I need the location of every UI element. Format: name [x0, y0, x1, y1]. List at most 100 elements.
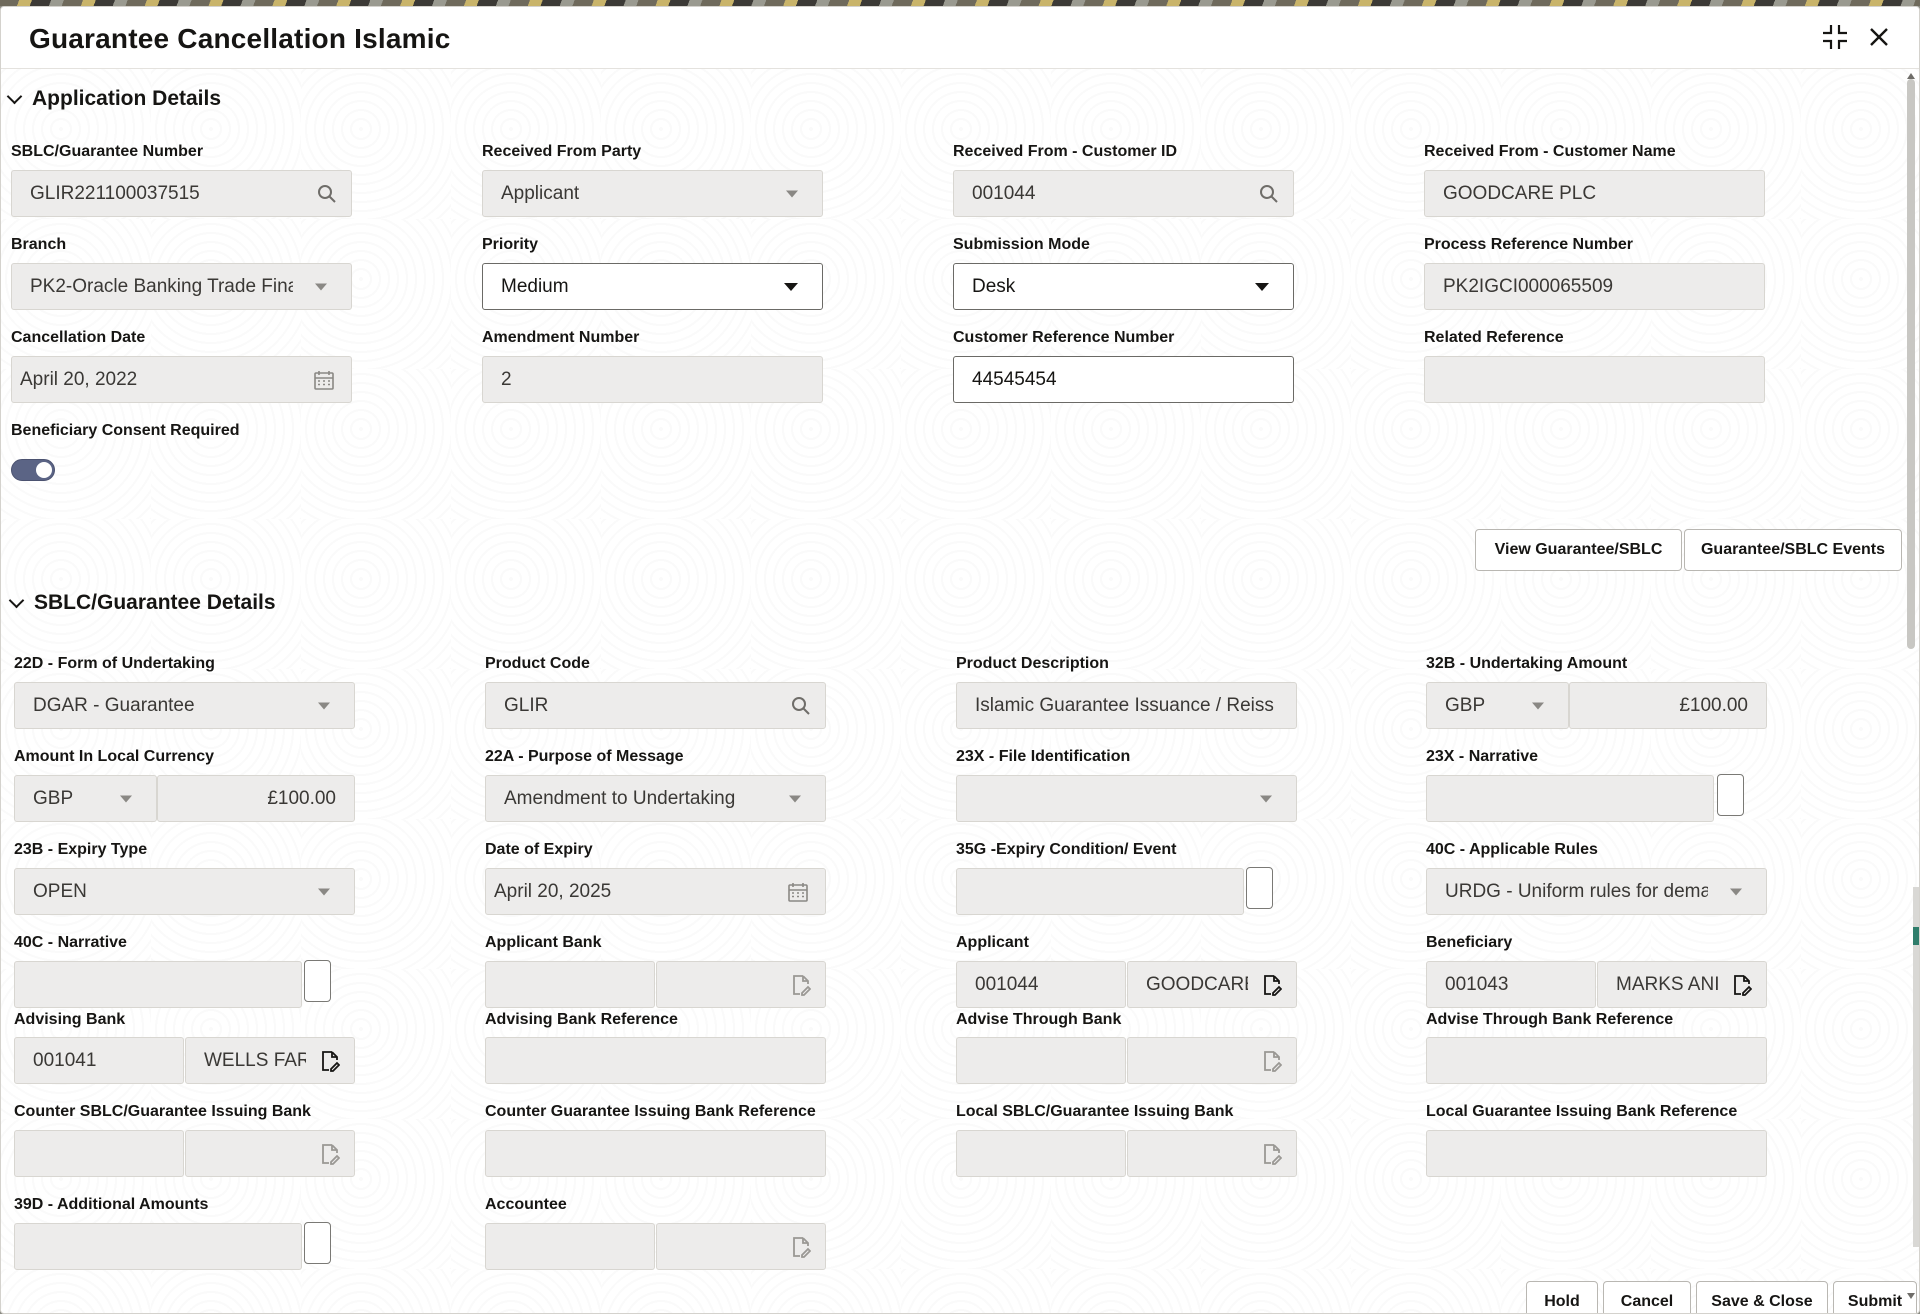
beneficiary-id-value: 001043 — [1445, 974, 1577, 996]
save-close-button[interactable]: Save & Close — [1696, 1281, 1828, 1314]
applicant-bank-name-field[interactable] — [656, 961, 826, 1008]
undertaking-currency-select[interactable]: GBP — [1426, 682, 1569, 729]
additional-amounts-label: 39D - Additional Amounts — [14, 1196, 208, 1214]
expiry-condition-expand-button[interactable] — [1246, 867, 1273, 909]
sblc-number-value: GLIR221100037515 — [30, 183, 333, 205]
document-edit-icon[interactable] — [320, 1143, 340, 1165]
applicant-name-field[interactable]: GOODCARE — [1127, 961, 1297, 1008]
applicable-rules-select[interactable]: URDG - Uniform rules for dema — [1426, 868, 1767, 915]
section-application-details[interactable]: Application Details — [9, 87, 221, 111]
search-icon[interactable] — [791, 696, 811, 716]
received-from-party-select[interactable]: Applicant — [482, 170, 823, 217]
customer-ref-input[interactable]: 44545454 — [953, 356, 1294, 403]
minimize-icon[interactable] — [1819, 21, 1851, 53]
section-sblc-details[interactable]: SBLC/Guarantee Details — [11, 591, 276, 615]
document-edit-icon[interactable] — [791, 1236, 811, 1258]
advise-through-bank-name-field[interactable] — [1127, 1037, 1297, 1084]
narrative-40c-expand-button[interactable] — [304, 960, 331, 1002]
product-description-field[interactable]: Islamic Guarantee Issuance / Reiss — [956, 682, 1297, 729]
submission-mode-label: Submission Mode — [953, 236, 1090, 254]
priority-value: Medium — [501, 276, 804, 298]
local-amount-label: Amount In Local Currency — [14, 748, 214, 766]
submission-mode-select[interactable]: Desk — [953, 263, 1294, 310]
advise-through-bank-ref-field[interactable] — [1426, 1037, 1767, 1084]
counter-issuing-bank-ref-label: Counter Guarantee Issuing Bank Reference — [485, 1103, 816, 1121]
local-issuing-bank-name-field[interactable] — [1127, 1130, 1297, 1177]
file-identification-select[interactable] — [956, 775, 1297, 822]
beneficiary-name-field[interactable]: MARKS ANI — [1597, 961, 1767, 1008]
chevron-down-icon — [7, 88, 23, 104]
date-of-expiry-field[interactable]: April 20, 2025 — [485, 868, 826, 915]
advise-through-bank-id-field[interactable] — [956, 1037, 1126, 1084]
local-issuing-bank-ref-field[interactable] — [1426, 1130, 1767, 1177]
close-icon[interactable] — [1863, 21, 1895, 53]
expiry-condition-field[interactable] — [956, 868, 1244, 915]
beneficiary-id-field[interactable]: 001043 — [1426, 961, 1596, 1008]
document-edit-icon[interactable] — [1262, 974, 1282, 996]
priority-select[interactable]: Medium — [482, 263, 823, 310]
counter-issuing-bank-name-field[interactable] — [185, 1130, 355, 1177]
customer-name-value: GOODCARE PLC — [1443, 183, 1746, 205]
calendar-icon[interactable] — [787, 881, 809, 903]
cancellation-date-field[interactable]: April 20, 2022 — [11, 356, 352, 403]
search-icon[interactable] — [317, 184, 337, 204]
advising-bank-id-field[interactable]: 001041 — [14, 1037, 184, 1084]
narrative-23x-expand-button[interactable] — [1717, 774, 1744, 816]
document-edit-icon[interactable] — [1732, 974, 1752, 996]
search-icon[interactable] — [1259, 184, 1279, 204]
cancel-button[interactable]: Cancel — [1603, 1281, 1691, 1314]
customer-name-field[interactable]: GOODCARE PLC — [1424, 170, 1765, 217]
view-guarantee-button[interactable]: View Guarantee/SBLC — [1475, 529, 1682, 571]
form-of-undertaking-select[interactable]: DGAR - Guarantee — [14, 682, 355, 729]
product-description-value: Islamic Guarantee Issuance / Reiss — [975, 695, 1278, 717]
priority-label: Priority — [482, 236, 538, 254]
local-issuing-bank-id-field[interactable] — [956, 1130, 1126, 1177]
beneficiary-label: Beneficiary — [1426, 934, 1512, 952]
beneficiary-consent-toggle[interactable] — [11, 459, 55, 481]
local-issuing-bank-ref-label: Local Guarantee Issuing Bank Reference — [1426, 1103, 1737, 1121]
document-edit-icon[interactable] — [1262, 1050, 1282, 1072]
undertaking-amount-field[interactable]: £100.00 — [1569, 682, 1767, 729]
document-edit-icon[interactable] — [1262, 1143, 1282, 1165]
hold-button[interactable]: Hold — [1526, 1281, 1598, 1314]
process-ref-field[interactable]: PK2IGCI000065509 — [1424, 263, 1765, 310]
guarantee-events-button[interactable]: Guarantee/SBLC Events — [1684, 529, 1902, 571]
calendar-icon[interactable] — [313, 369, 335, 391]
expiry-type-select[interactable]: OPEN — [14, 868, 355, 915]
amendment-number-field[interactable]: 2 — [482, 356, 823, 403]
local-currency-select[interactable]: GBP — [14, 775, 157, 822]
additional-amounts-expand-button[interactable] — [304, 1222, 331, 1264]
accountee-id-field[interactable] — [485, 1223, 655, 1270]
related-ref-field[interactable] — [1424, 356, 1765, 403]
received-from-party-value: Applicant — [501, 183, 804, 205]
scroll-down-arrow[interactable] — [1907, 1293, 1915, 1299]
narrative-40c-field[interactable] — [14, 961, 302, 1008]
chevron-down-icon — [1730, 888, 1742, 895]
applicant-label: Applicant — [956, 934, 1029, 952]
local-amount-field[interactable]: £100.00 — [157, 775, 355, 822]
section-title-text: Application Details — [32, 87, 221, 111]
scrollbar-thumb[interactable] — [1907, 79, 1915, 649]
document-edit-icon[interactable] — [320, 1050, 340, 1072]
customer-id-field[interactable]: 001044 — [953, 170, 1294, 217]
chevron-down-icon — [1260, 795, 1272, 802]
narrative-23x-field[interactable] — [1426, 775, 1714, 822]
document-edit-icon[interactable] — [791, 974, 811, 996]
advising-bank-ref-field[interactable] — [485, 1037, 826, 1084]
accountee-name-field[interactable] — [656, 1223, 826, 1270]
applicant-id-field[interactable]: 001044 — [956, 961, 1126, 1008]
product-code-field[interactable]: GLIR — [485, 682, 826, 729]
sblc-number-field[interactable]: GLIR221100037515 — [11, 170, 352, 217]
dialog-header: Guarantee Cancellation Islamic — [1, 7, 1919, 69]
counter-issuing-bank-ref-field[interactable] — [485, 1130, 826, 1177]
accountee-label: Accountee — [485, 1196, 567, 1214]
counter-issuing-bank-id-field[interactable] — [14, 1130, 184, 1177]
product-description-label: Product Description — [956, 655, 1109, 673]
chevron-down-icon — [318, 888, 330, 895]
purpose-of-message-select[interactable]: Amendment to Undertaking — [485, 775, 826, 822]
advising-bank-name-field[interactable]: WELLS FAR — [185, 1037, 355, 1084]
submit-button[interactable]: Submit — [1833, 1281, 1917, 1314]
applicant-bank-id-field[interactable] — [485, 961, 655, 1008]
branch-select[interactable]: PK2-Oracle Banking Trade Fina — [11, 263, 352, 310]
additional-amounts-field[interactable] — [14, 1223, 302, 1270]
